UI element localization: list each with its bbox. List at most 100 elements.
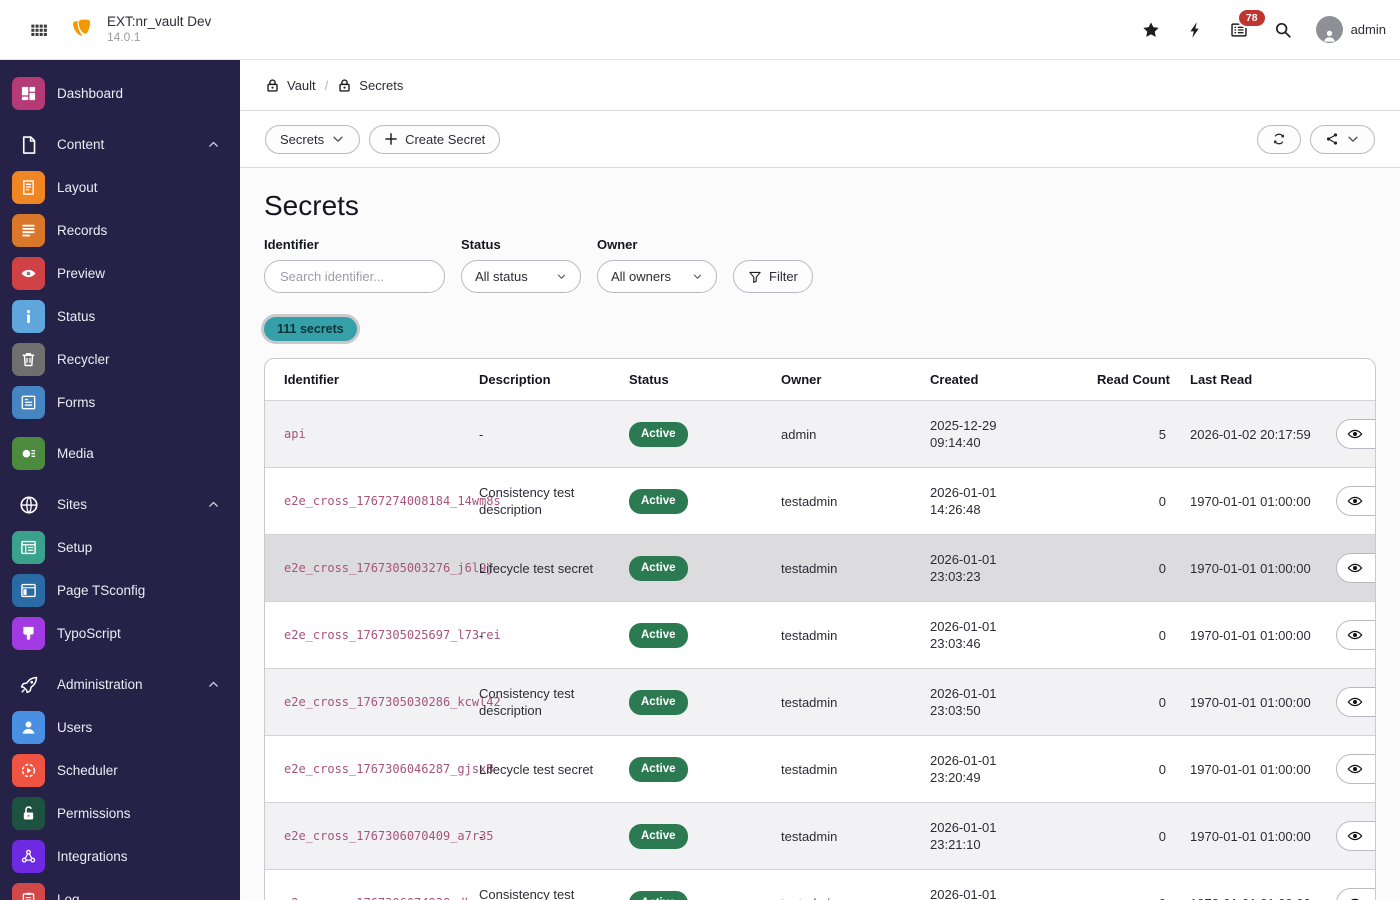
sidebar-item-tile xyxy=(12,214,45,247)
search-icon xyxy=(1274,21,1292,39)
breadcrumb-item-secrets[interactable]: Secrets xyxy=(337,78,403,93)
secret-identifier[interactable]: e2e_cross_1767306070409_a7r35 xyxy=(284,829,494,843)
breadcrumb-item-vault[interactable]: Vault xyxy=(265,78,316,93)
content-icon xyxy=(19,135,39,155)
system-information-button[interactable]: 78 xyxy=(1222,9,1265,47)
secret-read-count: 0 xyxy=(1048,802,1180,870)
breadcrumb-label: Vault xyxy=(287,77,316,93)
secret-last-read: 1970-01-01 01:00:00 xyxy=(1180,668,1326,736)
status-badge: Active xyxy=(629,823,688,849)
clear-cache-button[interactable] xyxy=(1178,13,1212,47)
view-secret-button[interactable] xyxy=(1336,553,1375,583)
view-secret-button[interactable] xyxy=(1336,888,1375,900)
owner-filter-value: All owners xyxy=(611,269,671,284)
app-title: EXT:nr_vault Dev xyxy=(107,13,212,29)
status-filter-select[interactable]: All status xyxy=(461,260,581,293)
sidebar-item-typoscript[interactable]: TypoScript xyxy=(0,612,240,655)
secret-owner: testadmin xyxy=(771,601,920,669)
sidebar-item-setup[interactable]: Setup xyxy=(0,526,240,569)
recycler-icon xyxy=(20,351,37,368)
secret-read-count: 0 xyxy=(1048,467,1180,535)
module-menu-button[interactable] xyxy=(22,13,56,47)
owner-filter-select[interactable]: All owners xyxy=(597,260,717,293)
table-row[interactable]: e2e_cross_1767305030286_kcwl42 Consisten… xyxy=(265,668,1375,736)
secret-created: 2026-01-01 23:03:46 xyxy=(920,601,1048,669)
view-secret-button[interactable] xyxy=(1336,821,1375,851)
table-row[interactable]: e2e_cross_1767306070409_a7r35 - Active t… xyxy=(265,802,1375,870)
view-secret-button[interactable] xyxy=(1336,620,1375,650)
secret-identifier[interactable]: e2e_cross_1767305003276_j6l9j xyxy=(284,561,494,575)
filters-row: Identifier Status All status Owner Al xyxy=(264,237,1376,293)
column-header-last-read: Last Read xyxy=(1180,359,1326,401)
user-menu-button[interactable]: admin xyxy=(1315,16,1386,43)
sidebar-item-label: Layout xyxy=(57,180,98,195)
sidebar-item-dashboard[interactable]: Dashboard xyxy=(0,72,240,115)
sidebar-item-layout[interactable]: Layout xyxy=(0,166,240,209)
sidebar-item-forms[interactable]: Forms xyxy=(0,381,240,424)
secret-identifier[interactable]: api xyxy=(284,427,306,441)
secret-owner: testadmin xyxy=(771,534,920,602)
secret-identifier[interactable]: e2e_cross_1767305025697_l73rei xyxy=(284,628,501,642)
page-title: Secrets xyxy=(264,190,359,221)
secret-identifier[interactable]: e2e_cross_1767306046287_gjsx8 xyxy=(284,762,494,776)
app-version: 14.0.1 xyxy=(107,30,141,45)
sidebar-item-status[interactable]: Status xyxy=(0,295,240,338)
secret-identifier[interactable]: e2e_cross_1767306074838_dbnzg xyxy=(284,896,494,900)
sidebar-item-media[interactable]: Media xyxy=(0,432,240,475)
table-row[interactable]: e2e_cross_1767305025697_l73rei - Active … xyxy=(265,601,1375,669)
sidebar-item-scheduler[interactable]: Scheduler xyxy=(0,749,240,792)
sidebar-item-permissions[interactable]: Permissions xyxy=(0,792,240,835)
view-secret-button[interactable] xyxy=(1336,486,1375,516)
sidebar-item-label: Preview xyxy=(57,266,106,281)
sidebar-item-tile xyxy=(12,754,45,787)
create-secret-button[interactable]: Create Secret xyxy=(369,124,501,154)
search-button[interactable] xyxy=(1266,13,1300,47)
secret-created: 2026-01-01 23:03:23 xyxy=(920,534,1048,602)
sidebar-item-users[interactable]: Users xyxy=(0,706,240,749)
sidebar-item-sites[interactable]: Sites xyxy=(0,483,240,526)
reload-button[interactable] xyxy=(1257,124,1301,154)
secret-owner: testadmin xyxy=(771,802,920,870)
table-row[interactable]: e2e_cross_1767305003276_j6l9j Lifecycle … xyxy=(265,534,1375,602)
column-header-created: Created xyxy=(920,359,1048,401)
secret-read-count: 0 xyxy=(1048,668,1180,736)
sidebar-item-recycler[interactable]: Recycler xyxy=(0,338,240,381)
modules-grid-icon xyxy=(30,21,48,39)
sidebar-item-preview[interactable]: Preview xyxy=(0,252,240,295)
owner-filter-label: Owner xyxy=(597,237,638,252)
table-row[interactable]: e2e_cross_1767274008184_14wm8s Consisten… xyxy=(265,467,1375,535)
view-secret-button[interactable] xyxy=(1336,419,1375,449)
view-secret-button[interactable] xyxy=(1336,687,1375,717)
secret-identifier[interactable]: e2e_cross_1767305030286_kcwl42 xyxy=(284,695,501,709)
identifier-search-input[interactable] xyxy=(264,260,445,293)
table-row[interactable]: e2e_cross_1767306046287_gjsx8 Lifecycle … xyxy=(265,735,1375,803)
eye-icon xyxy=(1347,627,1363,643)
sidebar-item-integrations[interactable]: Integrations xyxy=(0,835,240,878)
secret-description: Consistency test description xyxy=(469,869,619,900)
column-header-identifier: Identifier xyxy=(265,359,469,401)
module-select[interactable]: Secrets xyxy=(265,124,361,154)
table-header-row: Identifier Description Status Owner Created R… xyxy=(265,359,1375,401)
status-badge: Active xyxy=(629,488,688,514)
sidebar-item-page-tsconfig[interactable]: Page TSconfig xyxy=(0,569,240,612)
secret-read-count: 0 xyxy=(1048,601,1180,669)
view-secret-button[interactable] xyxy=(1336,754,1375,784)
secret-description: Consistency test description xyxy=(469,668,619,736)
share-button[interactable] xyxy=(1310,124,1375,154)
topbar: EXT:nr_vault Dev 14.0.1 78 admin xyxy=(0,0,1400,60)
sidebar-item-administration[interactable]: Administration xyxy=(0,663,240,706)
secret-owner: testadmin xyxy=(771,735,920,803)
filter-button-label: Filter xyxy=(769,269,798,284)
sidebar-item-records[interactable]: Records xyxy=(0,209,240,252)
sidebar-item-label: Sites xyxy=(57,497,88,512)
bookmarks-button[interactable] xyxy=(1134,13,1168,47)
status-badge: Active xyxy=(629,890,688,900)
secret-owner: testadmin xyxy=(771,869,920,900)
sidebar-item-content[interactable]: Content xyxy=(0,123,240,166)
table-row[interactable]: api - Active admin 2025-12-29 09:14:40 5… xyxy=(265,400,1375,468)
sidebar-item-tile xyxy=(12,171,45,204)
sidebar-item-log[interactable]: Log xyxy=(0,878,240,900)
filter-button[interactable]: Filter xyxy=(733,260,813,293)
secret-identifier[interactable]: e2e_cross_1767274008184_14wm8s xyxy=(284,494,501,508)
table-row[interactable]: e2e_cross_1767306074838_dbnzg Consistenc… xyxy=(265,869,1375,900)
